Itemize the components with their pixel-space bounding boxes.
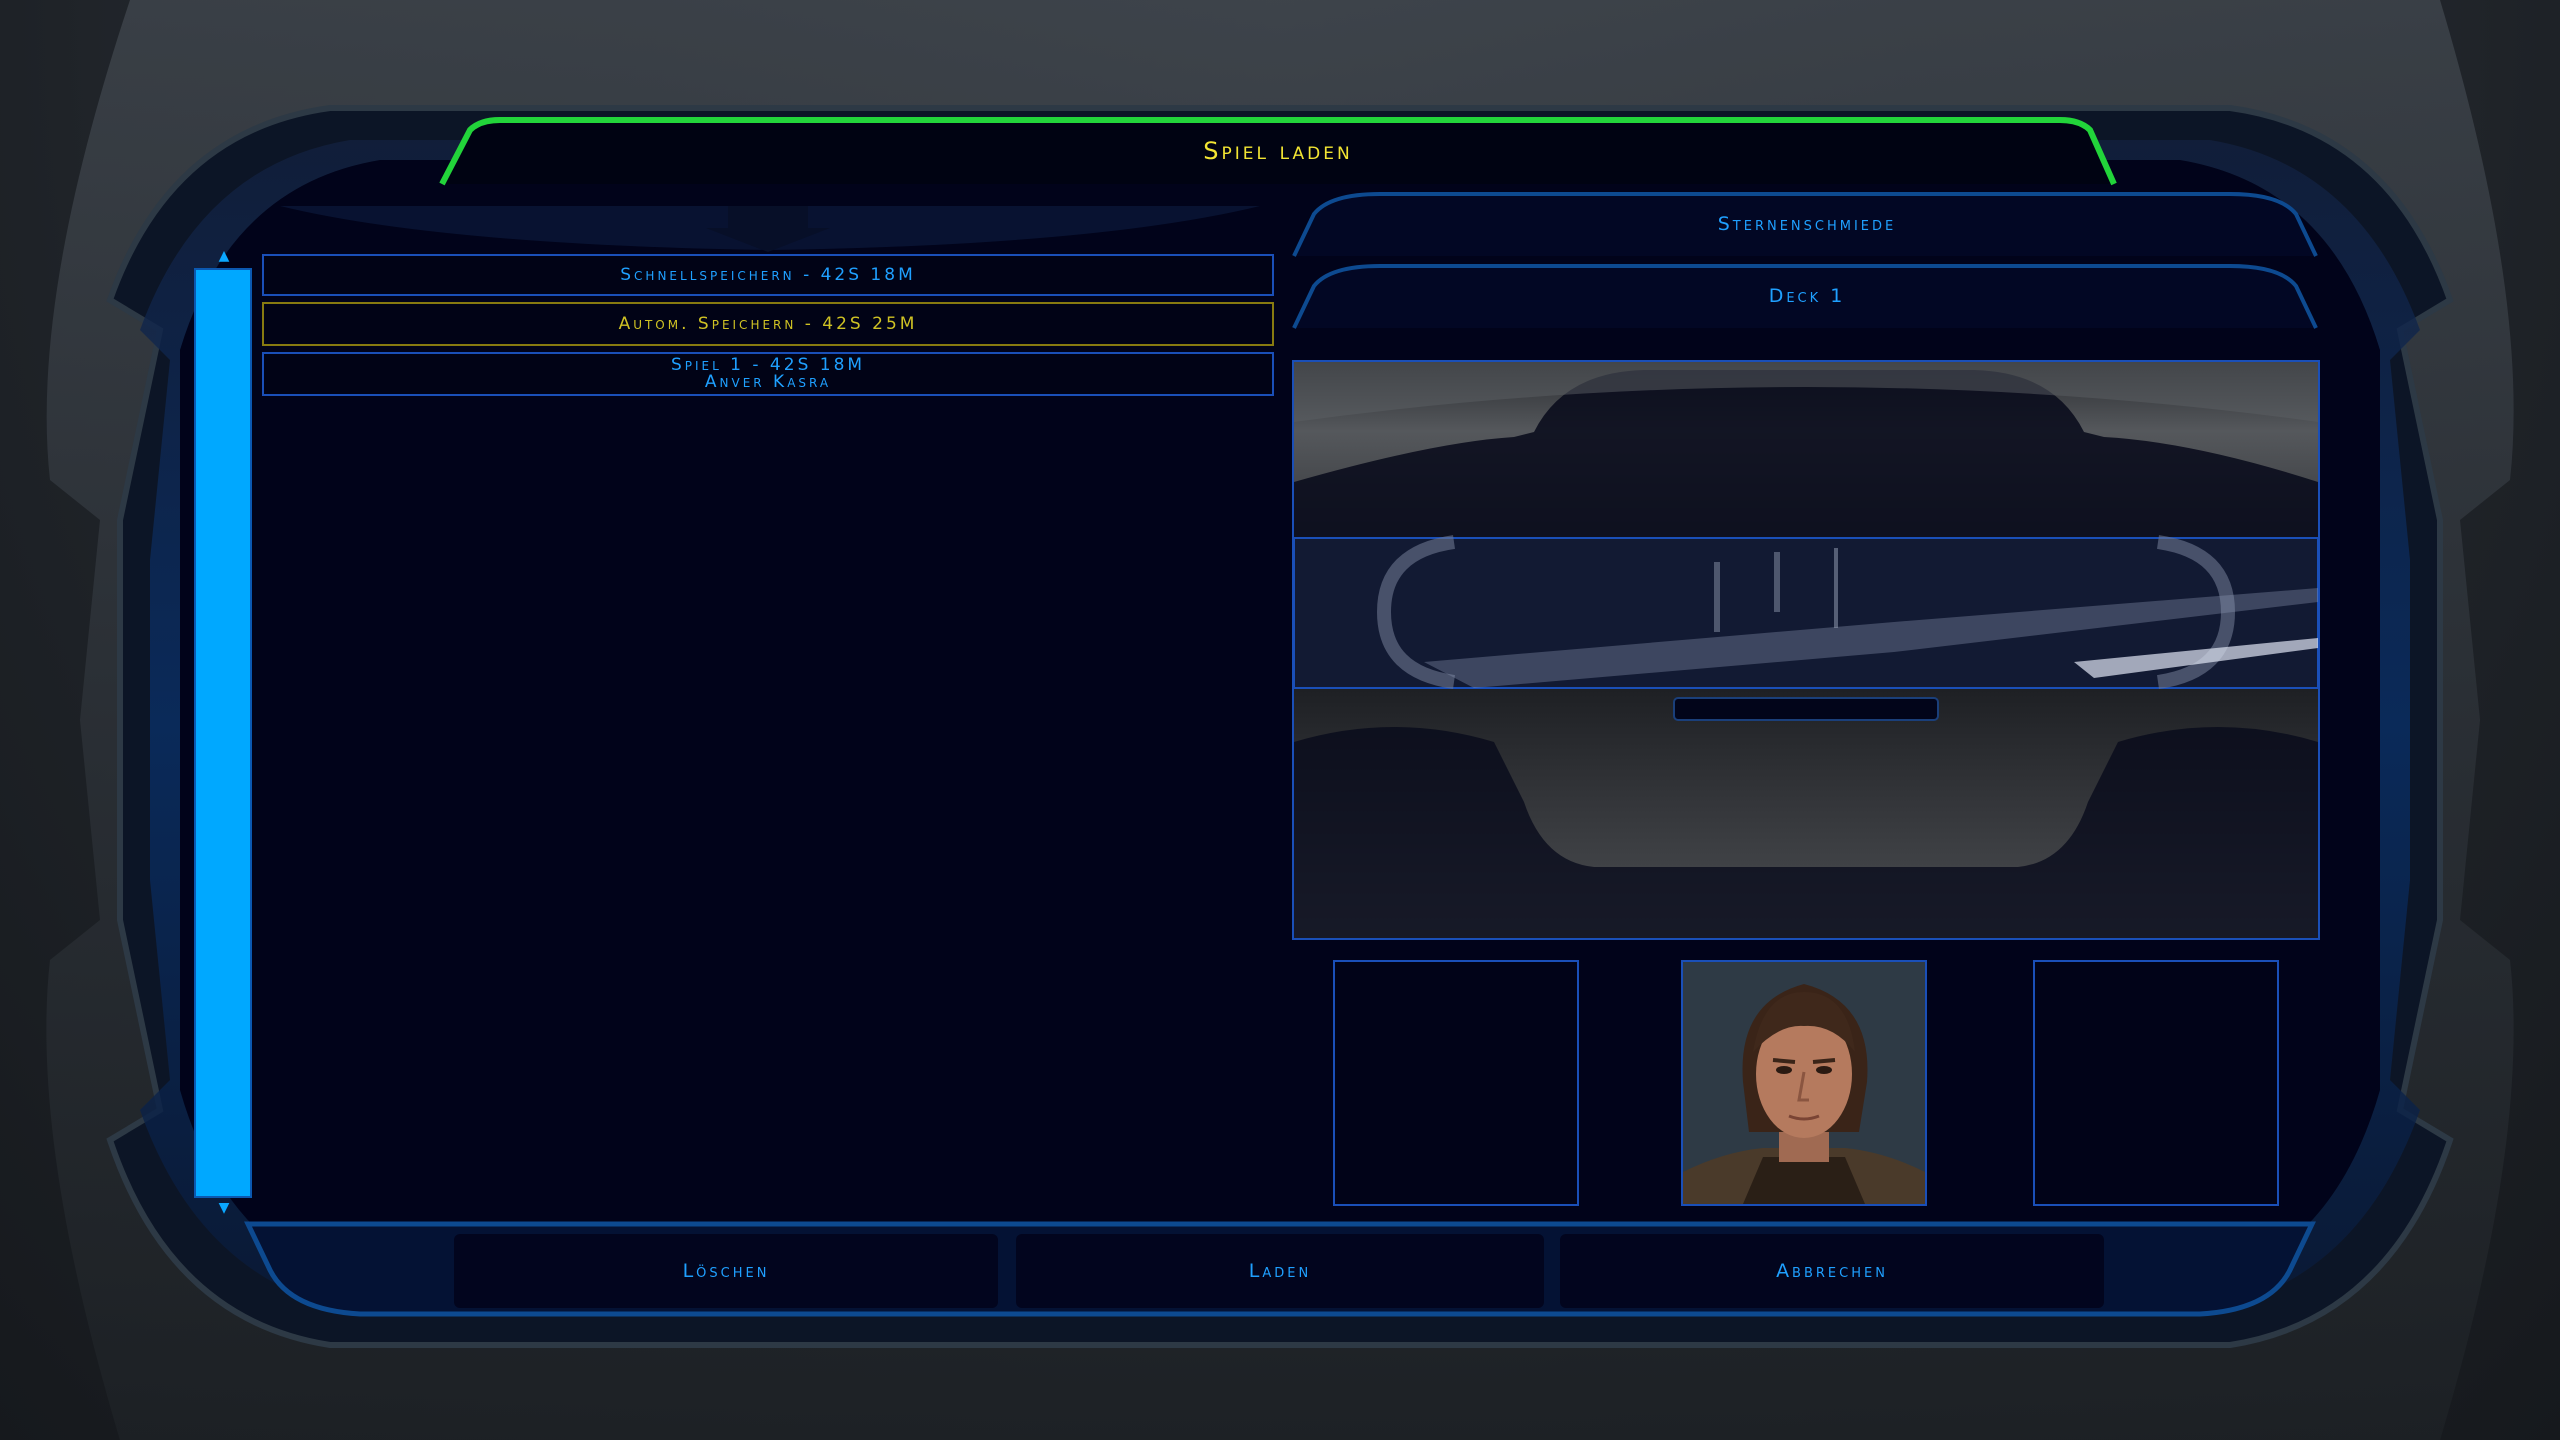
save-slot-character-name: Anver Kasra	[704, 372, 832, 392]
party-portrait-center	[1681, 960, 1927, 1206]
area-screenshot-icon	[1294, 362, 2318, 938]
area-preview-image	[1292, 360, 2320, 940]
module-name: Sternenschmiede	[1717, 213, 1897, 235]
save-slot-game-1[interactable]: Spiel 1 - 42S 18M Anver Kasra	[262, 352, 1274, 396]
area-name: Deck 1	[1768, 285, 1846, 307]
save-slot-label: Schnellspeichern - 42S 18M	[620, 264, 916, 285]
save-slot-quicksave[interactable]: Schnellspeichern - 42S 18M	[262, 254, 1274, 296]
delete-button[interactable]: Löschen	[454, 1234, 998, 1308]
party-portrait-left	[1333, 960, 1579, 1206]
scroll-down-arrow-icon[interactable]: ▼	[214, 1201, 234, 1215]
page-title: Spiel laden	[1203, 137, 1353, 165]
save-slot-label: Autom. Speichern - 42S 25M	[618, 313, 918, 334]
scroll-up-arrow-icon[interactable]: ▲	[214, 249, 234, 263]
cancel-button[interactable]: Abbrechen	[1560, 1234, 2104, 1308]
save-slot-autosave[interactable]: Autom. Speichern - 42S 25M	[262, 302, 1274, 346]
load-button[interactable]: Laden	[1016, 1234, 1544, 1308]
party-portrait-right	[2033, 960, 2279, 1206]
scrollbar-thumb[interactable]	[196, 270, 250, 1196]
character-face-portrait-icon	[1683, 962, 1925, 1204]
